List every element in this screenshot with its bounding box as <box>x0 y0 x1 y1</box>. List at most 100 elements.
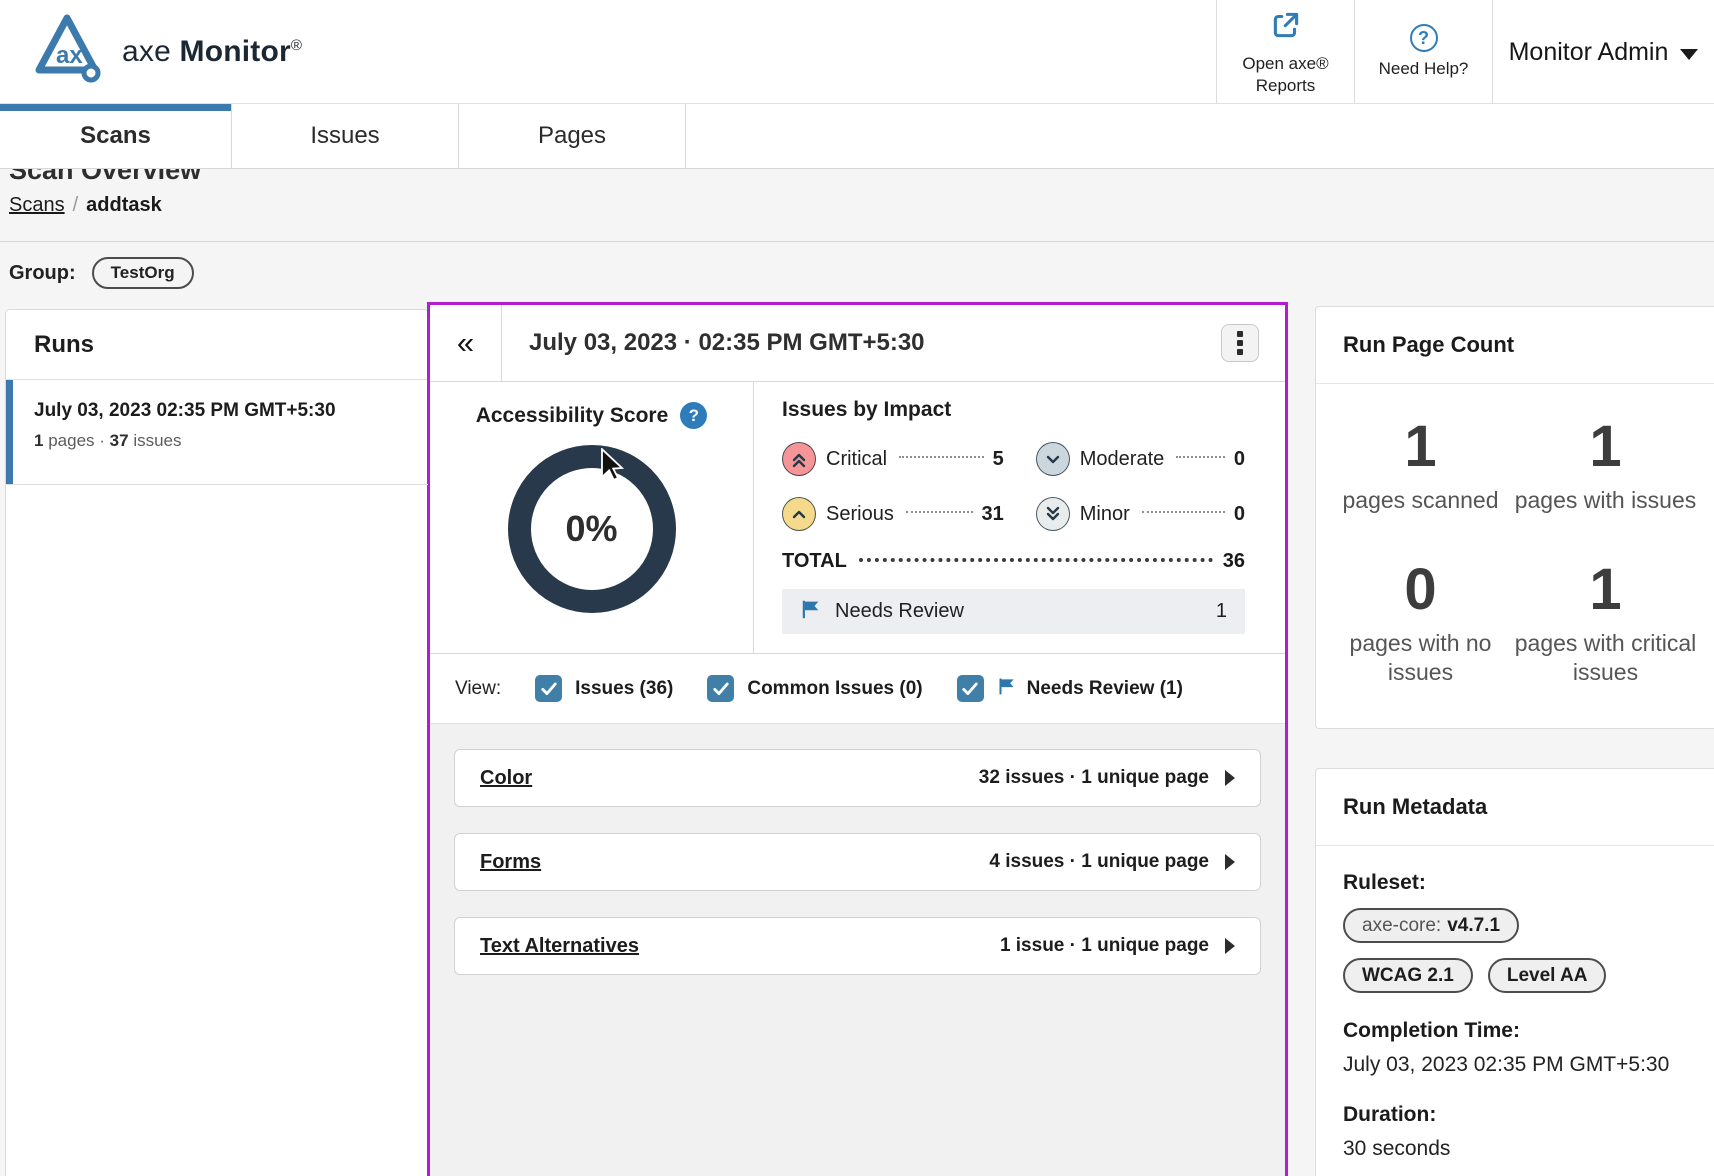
issues-by-impact-title: Issues by Impact <box>782 398 1245 422</box>
open-axe-reports-button[interactable]: Open axe® Reports <box>1216 0 1354 104</box>
tab-pages[interactable]: Pages <box>459 104 686 168</box>
ruleset-pill-level: Level AA <box>1488 958 1607 993</box>
brand: ax axe Monitor® <box>0 0 302 103</box>
run-metadata-panel: Run Metadata Ruleset: axe-core:v4.7.1 WC… <box>1315 768 1714 1176</box>
dotted-leader <box>899 456 984 458</box>
dotted-leader <box>1176 456 1225 458</box>
collapse-panel-button[interactable]: « <box>430 305 502 381</box>
accessibility-score-label: Accessibility Score <box>476 404 669 428</box>
category-card-forms[interactable]: Forms 4 issues · 1 unique page <box>454 833 1261 891</box>
impact-row-minor: Minor 0 <box>1036 497 1245 531</box>
run-page-count-title: Run Page Count <box>1316 307 1714 384</box>
stat-pages-scanned: 1 pages scanned <box>1328 418 1513 515</box>
axe-monitor-app: ax axe Monitor® Open axe® Reports ? Need… <box>0 0 1714 1176</box>
app-title: axe Monitor® <box>122 35 302 69</box>
help-icon: ? <box>1410 24 1438 52</box>
run-item-summary: 1 pages · 37 issues <box>34 431 428 451</box>
breadcrumb: Scans / addtask <box>0 190 1714 242</box>
view-filters-row: View: Issues (36) Common Issues (0) <box>430 654 1285 724</box>
svg-text:ax: ax <box>56 42 83 69</box>
minor-impact-icon <box>1036 497 1070 531</box>
accessibility-score-donut: 0% <box>508 445 676 613</box>
impact-row-critical: Critical 5 <box>782 442 1004 476</box>
impact-total-row: TOTAL 36 <box>782 550 1245 573</box>
run-detail-title: July 03, 2023 · 02:35 PM GMT+5:30 <box>502 329 1221 357</box>
ruleset-pills: axe-core:v4.7.1 WCAG 2.1 Level AA <box>1343 908 1663 993</box>
need-help-button[interactable]: ? Need Help? <box>1354 0 1492 104</box>
breadcrumb-separator: / <box>73 194 79 216</box>
expand-arrow-icon <box>1225 770 1235 786</box>
run-detail-panel: « July 03, 2023 · 02:35 PM GMT+5:30 Acce… <box>427 302 1288 1176</box>
group-chip[interactable]: TestOrg <box>92 257 194 289</box>
view-label: View: <box>455 678 501 700</box>
issues-by-impact-section: Issues by Impact Critical 5 <box>754 382 1285 653</box>
stat-pages-no-issues: 0 pages with no issues <box>1328 561 1513 687</box>
moderate-impact-icon <box>1036 442 1070 476</box>
duration-value: 30 seconds <box>1343 1137 1714 1161</box>
tab-issues[interactable]: Issues <box>232 104 459 168</box>
dotted-leader <box>906 511 973 513</box>
accessibility-score-value: 0% <box>565 508 617 550</box>
dotted-leader <box>859 558 1213 562</box>
completion-time-value: July 03, 2023 02:35 PM GMT+5:30 <box>1343 1053 1714 1077</box>
top-bar: ax axe Monitor® Open axe® Reports ? Need… <box>0 0 1714 104</box>
mouse-cursor <box>600 448 628 485</box>
user-menu-button[interactable]: Monitor Admin <box>1492 0 1714 104</box>
run-list-item-selected[interactable]: July 03, 2023 02:35 PM GMT+5:30 1 pages … <box>6 380 428 485</box>
duration-label: Duration: <box>1343 1103 1714 1127</box>
category-link[interactable]: Color <box>480 767 532 790</box>
top-bar-actions: Open axe® Reports ? Need Help? Monitor A… <box>1216 0 1714 104</box>
runs-panel-title: Runs <box>6 310 428 380</box>
category-link[interactable]: Forms <box>480 851 541 874</box>
flag-icon <box>997 676 1017 702</box>
ruleset-pill-wcag: WCAG 2.1 <box>1343 958 1473 993</box>
checkbox-checked-icon[interactable] <box>957 675 984 702</box>
right-sidebar: Run Page Count 1 pages scanned 1 pages w… <box>1315 302 1712 1176</box>
active-tab-accent <box>0 104 231 111</box>
clipped-page-heading: Scan Overview <box>0 169 1714 190</box>
filter-needs-review[interactable]: Needs Review (1) <box>957 675 1183 702</box>
checkbox-checked-icon[interactable] <box>535 675 562 702</box>
breadcrumb-current: addtask <box>86 194 162 216</box>
filter-issues[interactable]: Issues (36) <box>535 675 673 702</box>
content-columns: Runs July 03, 2023 02:35 PM GMT+5:30 1 p… <box>0 302 1714 1176</box>
category-card-color[interactable]: Color 32 issues · 1 unique page <box>454 749 1261 807</box>
tab-scans[interactable]: Scans <box>0 104 232 168</box>
chevron-down-icon <box>1680 49 1698 60</box>
user-menu-label: Monitor Admin <box>1509 38 1669 67</box>
category-link[interactable]: Text Alternatives <box>480 935 639 958</box>
group-row: Group: TestOrg <box>0 242 1714 302</box>
run-options-menu-button[interactable] <box>1221 324 1259 362</box>
need-help-label: Need Help? <box>1369 58 1479 79</box>
flag-icon <box>800 598 822 625</box>
impact-row-serious: Serious 31 <box>782 497 1004 531</box>
expand-arrow-icon <box>1225 854 1235 870</box>
checkbox-checked-icon[interactable] <box>707 675 734 702</box>
completion-time-label: Completion Time: <box>1343 1019 1714 1043</box>
impact-row-moderate: Moderate 0 <box>1036 442 1245 476</box>
stat-pages-critical-issues: 1 pages with critical issues <box>1513 561 1698 687</box>
run-item-date: July 03, 2023 02:35 PM GMT+5:30 <box>34 400 428 422</box>
stat-pages-with-issues: 1 pages with issues <box>1513 418 1698 515</box>
ruleset-label: Ruleset: <box>1343 871 1714 895</box>
run-metadata-title: Run Metadata <box>1316 769 1714 846</box>
run-detail-body: Accessibility Score ? 0% Issues by Impac… <box>430 382 1285 654</box>
dotted-leader <box>1142 511 1225 513</box>
runs-panel: Runs July 03, 2023 02:35 PM GMT+5:30 1 p… <box>5 309 429 1176</box>
open-axe-reports-label: Open axe® Reports <box>1231 53 1341 96</box>
breadcrumb-scans-link[interactable]: Scans <box>9 194 65 216</box>
external-link-icon <box>1269 8 1303 47</box>
group-label: Group: <box>9 262 76 285</box>
score-help-icon[interactable]: ? <box>680 402 707 429</box>
issue-categories-area: Color 32 issues · 1 unique page Forms 4 … <box>430 724 1285 1176</box>
category-card-text-alternatives[interactable]: Text Alternatives 1 issue · 1 unique pag… <box>454 917 1261 975</box>
serious-impact-icon <box>782 497 816 531</box>
axe-logo-icon: ax <box>28 10 106 93</box>
selected-run-indicator <box>6 380 13 484</box>
main-tabs: Scans Issues Pages <box>0 104 1714 169</box>
run-detail-header: « July 03, 2023 · 02:35 PM GMT+5:30 <box>430 305 1285 382</box>
filter-common-issues[interactable]: Common Issues (0) <box>707 675 922 702</box>
ruleset-pill-axe-core: axe-core:v4.7.1 <box>1343 908 1519 943</box>
needs-review-bar: Needs Review 1 <box>782 589 1245 634</box>
expand-arrow-icon <box>1225 938 1235 954</box>
